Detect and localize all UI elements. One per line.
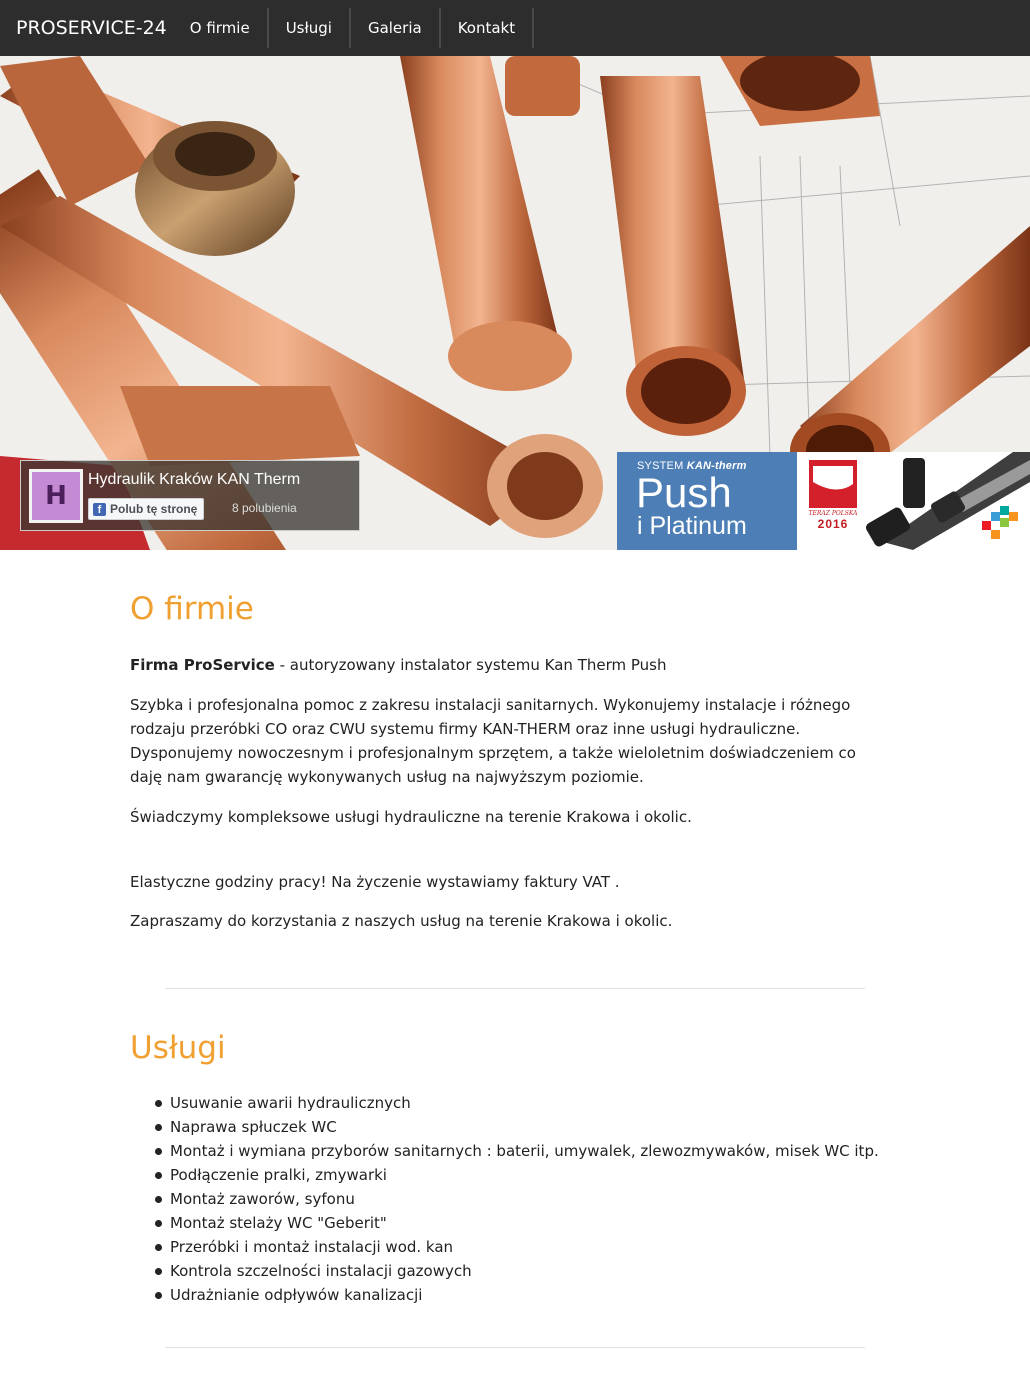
facebook-page-name[interactable]: Hydraulik Kraków KAN Therm [88,471,350,489]
section-title-uslugi: Usługi [130,1030,226,1066]
bullet-icon [155,1244,162,1251]
section-divider [165,1347,865,1348]
platinum-word: i Platinum [637,512,747,540]
bullet-icon [155,1196,162,1203]
push-platinum-logo: SYSTEM KAN-therm Push i Platinum [617,452,797,550]
about-paragraph-2: Świadczymy kompleksowe usługi hydraulicz… [130,808,692,826]
nav-item-galeria[interactable]: Galeria [351,8,441,48]
list-item: Kontrola szczelności instalacji gazowych [130,1259,879,1283]
service-label: Naprawa spłuczek WC [170,1118,337,1136]
about-paragraph-4: Zapraszamy do korzystania z naszych usłu… [130,912,673,930]
service-label: Montaż stelaży WC "Geberit" [170,1214,387,1232]
list-item: Udrażnianie odpływów kanalizacji [130,1283,879,1307]
navbar: PROSERVICE-24 O firmie Usługi Galeria Ko… [0,0,1030,56]
teraz-polska-label: TERAZ POLSKA [808,510,858,517]
about-paragraph-3: Elastyczne godziny pracy! Na życzenie wy… [130,873,620,891]
service-label: Usuwanie awarii hydraulicznych [170,1094,411,1112]
list-item: Montaż stelaży WC "Geberit" [130,1211,879,1235]
facebook-like-button[interactable]: f Polub tę stronę [88,498,205,520]
list-item: Przeróbki i montaż instalacji wod. kan [130,1235,879,1259]
company-name: Firma ProService [130,656,275,674]
list-item: Montaż i wymiana przyborów sanitarnych :… [130,1139,879,1163]
bullet-icon [155,1220,162,1227]
list-item: Usuwanie awarii hydraulicznych [130,1091,879,1115]
teraz-polska-flag-icon [809,460,857,508]
services-list: Usuwanie awarii hydraulicznych Naprawa s… [130,1091,879,1307]
bullet-icon [155,1172,162,1179]
intro-paragraph: Firma ProService - autoryzowany instalat… [130,653,870,677]
nav-item-uslugi[interactable]: Usługi [269,8,351,48]
avatar-letter: H [32,472,80,520]
intro-text: - autoryzowany instalator systemu Kan Th… [274,656,667,674]
list-item: Montaż zaworów, syfonu [130,1187,879,1211]
bullet-icon [155,1124,162,1131]
bullet-icon [155,1148,162,1155]
push-word: Push [636,469,732,516]
facebook-page-widget[interactable]: H Hydraulik Kraków KAN Therm f Polub tę … [20,460,360,531]
bullet-icon [155,1100,162,1107]
list-item: Naprawa spłuczek WC [130,1115,879,1139]
service-label: Udrażnianie odpływów kanalizacji [170,1286,423,1304]
bullet-icon [155,1268,162,1275]
list-item: Podłączenie pralki, zmywarki [130,1163,879,1187]
bullet-icon [155,1292,162,1299]
nav-item-kontakt[interactable]: Kontakt [441,8,535,48]
like-button-label: Polub tę stronę [110,502,198,516]
service-label: Kontrola szczelności instalacji gazowych [170,1262,472,1280]
service-label: Przeróbki i montaż instalacji wod. kan [170,1238,454,1256]
hero-image: H Hydraulik Kraków KAN Therm f Polub tę … [0,56,1030,550]
service-label: Podłączenie pralki, zmywarki [170,1166,387,1184]
facebook-icon: f [93,502,106,516]
service-label: Montaż zaworów, syfonu [170,1190,355,1208]
section-divider [165,988,865,989]
facebook-page-avatar[interactable]: H [29,469,83,523]
pipe-fitting-icon [866,452,1030,550]
kan-therm-banner[interactable]: SYSTEM KAN-therm Push i Platinum TERAZ P… [617,452,1030,550]
brand-logo[interactable]: PROSERVICE-24 [16,17,167,39]
nav-item-o-firmie[interactable]: O firmie [173,8,269,48]
award-year: 2016 [817,517,849,531]
about-paragraph-1: Szybka i profesjonalna pomoc z zakresu i… [130,696,856,786]
service-label: Montaż i wymiana przyborów sanitarnych :… [170,1142,879,1160]
facebook-like-count: 8 polubienia [232,501,297,515]
section-title-o-firmie: O firmie [130,591,254,627]
